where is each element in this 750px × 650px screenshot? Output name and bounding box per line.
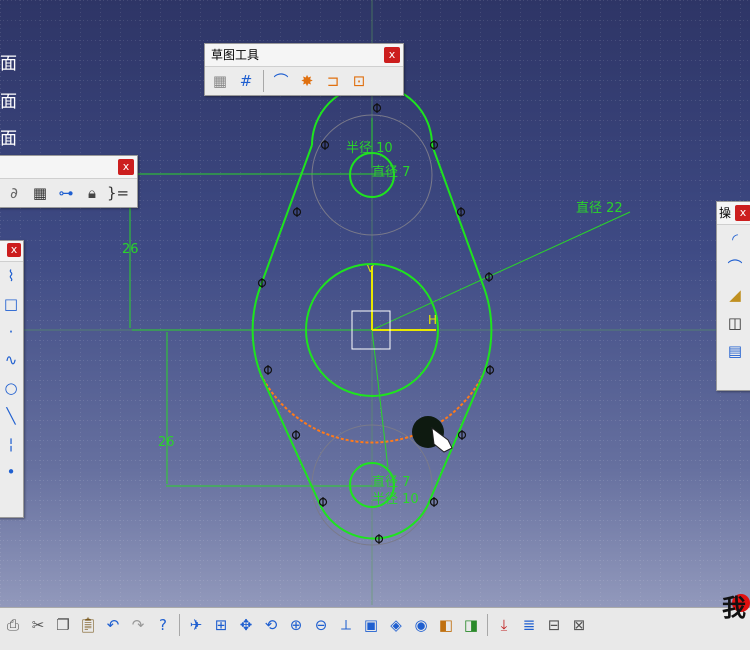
- dimensional-constraint-icon[interactable]: ⊐: [322, 70, 344, 92]
- exit-workbench-icon[interactable]: ⤓: [493, 614, 515, 636]
- operation-toolbar[interactable]: 操 x ◜ ⌒ ◢ ◫ ▤: [716, 201, 750, 391]
- profile-icon[interactable]: ⌇: [0, 265, 22, 287]
- toolbar-separator: [179, 614, 180, 636]
- sketch-grid: [0, 0, 750, 649]
- grid-icon[interactable]: #: [235, 70, 257, 92]
- auto-constraint-icon[interactable]: ⊡: [348, 70, 370, 92]
- sketch-tools-close-button[interactable]: x: [384, 47, 400, 63]
- arc-icon[interactable]: ◜: [724, 228, 746, 250]
- fly-mode-icon[interactable]: ✈: [185, 614, 207, 636]
- sketch-canvas[interactable]: 半径 10 直径 7 直径 22 26 26 直径 7 半径 10 H V: [0, 0, 750, 649]
- cut-icon[interactable]: ✂: [27, 614, 49, 636]
- watermark-logo: 我: [722, 593, 746, 622]
- whats-this-icon[interactable]: ?: [152, 614, 174, 636]
- spline-icon[interactable]: ∿: [0, 349, 22, 371]
- sketch-tools-title[interactable]: 草图工具 x: [205, 44, 403, 67]
- circle-icon[interactable]: ○: [0, 377, 22, 399]
- constraint-toolbar[interactable]: x ∂ ▦ ⊶ 🔒︎ }=: [0, 155, 138, 208]
- eraser-icon[interactable]: ◢: [724, 284, 746, 306]
- grid-snap-icon[interactable]: ▦: [209, 70, 231, 92]
- dim-diameter-top[interactable]: 直径 7: [372, 165, 410, 180]
- formula-icon[interactable]: }=: [107, 182, 129, 204]
- h-axis-label: H: [428, 313, 437, 327]
- 3d-viewport[interactable]: 半径 10 直径 7 直径 22 26 26 直径 7 半径 10 H V 面 …: [0, 0, 750, 650]
- curve-icon[interactable]: ⌒: [724, 256, 746, 278]
- fit-all-icon[interactable]: ⊞: [210, 614, 232, 636]
- dim-vertical-bottom[interactable]: 26: [158, 435, 175, 450]
- constraint-toolbar-title[interactable]: x: [0, 156, 137, 179]
- dim-diameter-large[interactable]: 直径 22: [576, 201, 623, 216]
- operation-toolbar-close-button[interactable]: x: [735, 205, 750, 221]
- point-icon[interactable]: ·: [0, 321, 22, 343]
- project-icon[interactable]: ▤: [724, 340, 746, 362]
- construction-element-icon[interactable]: ⌒: [270, 70, 292, 92]
- toolbar-separator: [487, 614, 488, 636]
- geometrical-constraint-icon[interactable]: ✸: [296, 70, 318, 92]
- hide-show-icon[interactable]: ◧: [435, 614, 457, 636]
- profile-toolbar[interactable]: x ⌇ □ · ∿ ○ ╲ ¦ •: [0, 240, 24, 518]
- zoom-out-icon[interactable]: ⊖: [310, 614, 332, 636]
- tree-item-2[interactable]: 面: [0, 87, 17, 112]
- operation-toolbar-title-text: 操: [719, 206, 732, 220]
- tree-item-1[interactable]: 面: [0, 49, 17, 74]
- v-axis-label: V: [367, 264, 374, 275]
- print-icon[interactable]: ⎙: [2, 614, 24, 636]
- drawing-icon[interactable]: ⊠: [568, 614, 590, 636]
- pan-icon[interactable]: ✥: [235, 614, 257, 636]
- constraint-toolbar-close-button[interactable]: x: [118, 159, 134, 175]
- paste-icon[interactable]: 📋︎: [77, 614, 99, 636]
- tree-item-3[interactable]: 面: [0, 124, 17, 149]
- cut-part-icon[interactable]: ⊟: [543, 614, 565, 636]
- dim-radius-top[interactable]: 半径 10: [346, 141, 393, 156]
- list-icon[interactable]: ≣: [518, 614, 540, 636]
- rotate-icon[interactable]: ⟲: [260, 614, 282, 636]
- iso-view-icon[interactable]: ◈: [385, 614, 407, 636]
- toolbar-separator: [263, 70, 264, 92]
- redo-icon[interactable]: ↷: [127, 614, 149, 636]
- line-icon[interactable]: ╲: [0, 405, 22, 427]
- operation-toolbar-title[interactable]: 操 x: [717, 202, 750, 225]
- swap-visible-icon[interactable]: ◨: [460, 614, 482, 636]
- sketch-tools-toolbar[interactable]: 草图工具 x ▦ # ⌒ ✸ ⊐ ⊡: [204, 43, 404, 96]
- hierarchy-icon[interactable]: ⊶: [55, 182, 77, 204]
- profile-toolbar-title[interactable]: x: [0, 241, 23, 262]
- shading-icon[interactable]: ◉: [410, 614, 432, 636]
- multi-view-icon[interactable]: ▣: [360, 614, 382, 636]
- dim-radius-bottom[interactable]: 半径 10: [372, 492, 419, 507]
- profile-toolbar-close-button[interactable]: x: [7, 243, 21, 257]
- copy-icon[interactable]: ❐: [52, 614, 74, 636]
- sketch-tools-title-text: 草图工具: [211, 48, 260, 62]
- zoom-in-icon[interactable]: ⊕: [285, 614, 307, 636]
- bottom-toolbar[interactable]: ⎙ ✂ ❐ 📋︎ ↶ ↷ ? ✈ ⊞ ✥ ⟲ ⊕ ⊖ ⟂ ▣ ◈ ◉ ◧ ◨ ⤓…: [0, 607, 750, 650]
- undo-icon[interactable]: ↶: [102, 614, 124, 636]
- dim-diameter-bottom[interactable]: 直径 7: [372, 475, 410, 490]
- axis-icon[interactable]: ¦: [0, 433, 22, 455]
- rectangle-icon[interactable]: □: [0, 293, 22, 315]
- constraint-icon[interactable]: ∂: [3, 182, 25, 204]
- dim-vertical-top[interactable]: 26: [122, 242, 139, 257]
- mirror-icon[interactable]: ◫: [724, 312, 746, 334]
- point-small-icon[interactable]: •: [0, 461, 22, 483]
- table-icon[interactable]: ▦: [29, 182, 51, 204]
- lock-icon[interactable]: 🔒︎: [81, 182, 103, 204]
- normal-view-icon[interactable]: ⟂: [335, 614, 357, 636]
